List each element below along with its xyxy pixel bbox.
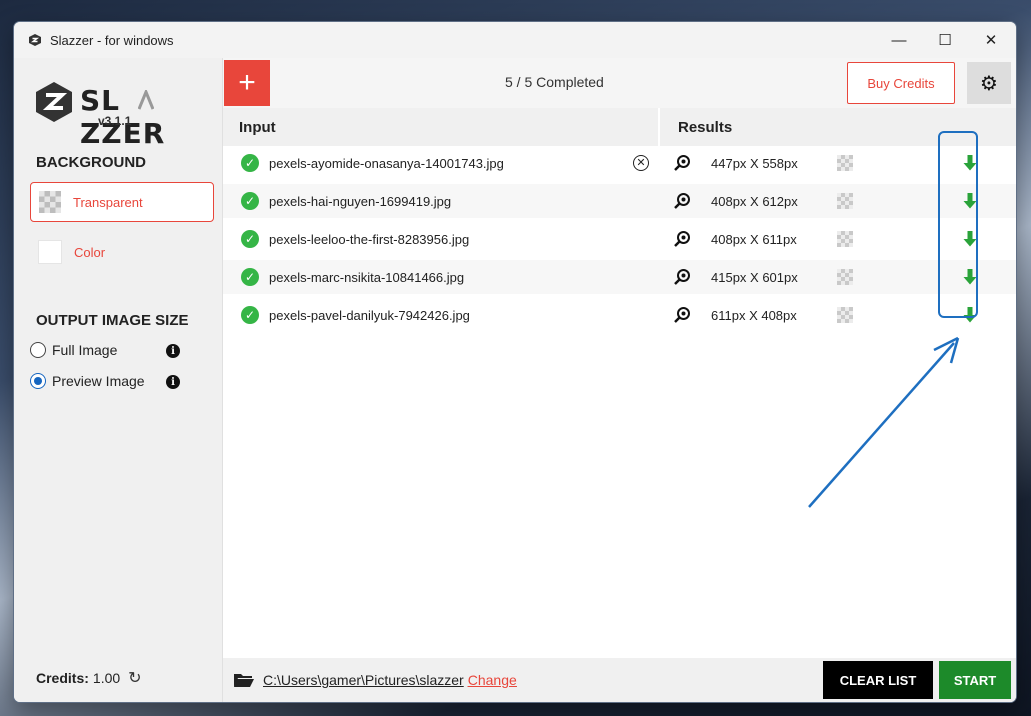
remove-file-icon[interactable]: ✕ [633,155,649,171]
radio-full-image[interactable]: Full Image [30,342,117,358]
add-images-button[interactable]: + [224,60,270,106]
buy-credits-button[interactable]: Buy Credits [847,62,955,104]
result-thumbnail[interactable] [837,307,853,323]
top-toolbar: + 5 / 5 Completed Buy Credits ⚙ [223,58,1016,108]
refresh-icon[interactable]: ↻ [128,668,141,688]
completed-check-icon: ✓ [241,192,259,210]
input-column-header: Input [223,108,659,146]
color-swatch-icon [38,240,62,264]
file-row: ✓ pexels-pavel-danilyuk-7942426.jpg 611px … [223,298,1016,332]
background-heading: BACKGROUND [36,154,146,171]
background-option-transparent[interactable]: Transparent [30,182,214,222]
close-button[interactable]: ✕ [968,22,1014,58]
file-row: ✓ pexels-marc-nsikita-10841466.jpg 415px X… [223,260,1016,294]
file-name: pexels-pavel-danilyuk-7942426.jpg [269,307,470,323]
info-icon[interactable]: i [166,344,180,358]
credits-label: Credits: [36,670,89,686]
app-window: Slazzer - for windows — ☐ ✕ SL ZZER v3.1… [14,22,1016,702]
logo: SL ZZER v3.1.1 [34,78,209,150]
title-bar: Slazzer - for windows — ☐ ✕ [14,22,1016,58]
file-name: pexels-ayomide-onasanya-14001743.jpg [269,155,504,171]
download-icon[interactable] [962,192,978,210]
logo-a-mark [138,90,154,110]
preview-zoom-icon[interactable] [673,192,691,210]
completed-check-icon: ✓ [241,154,259,172]
completed-check-icon: ✓ [241,268,259,286]
logo-icon [36,82,72,122]
result-thumbnail[interactable] [837,155,853,171]
file-row: ✓ pexels-ayomide-onasanya-14001743.jpg ✕ 44… [223,146,1016,180]
radio-label: Preview Image [52,373,145,389]
folder-icon [234,674,254,687]
credits-value: 1.00 [92,670,121,686]
clear-list-button[interactable]: CLEAR LIST [823,661,933,699]
radio-preview-image[interactable]: Preview Image [30,373,145,389]
download-icon[interactable] [962,268,978,286]
gear-icon: ⚙ [980,72,998,95]
credits-display: Credits: 1.00 ↻ [36,668,142,688]
preview-zoom-icon[interactable] [673,154,691,172]
result-thumbnail[interactable] [837,193,853,209]
maximize-button[interactable]: ☐ [922,22,968,58]
file-name: pexels-leeloo-the-first-8283956.jpg [269,231,470,247]
result-dimensions: 447px X 558px [711,155,798,171]
preview-zoom-icon[interactable] [673,268,691,286]
background-option-label: Transparent [73,194,143,210]
start-button[interactable]: START [939,661,1011,699]
transparent-swatch-icon [39,191,61,213]
footer-bar: C:\Users\gamer\Pictures\slazzer Change CL… [223,658,1016,702]
result-thumbnail[interactable] [837,231,853,247]
info-icon[interactable]: i [166,375,180,389]
radio-button[interactable] [30,342,46,358]
sidebar: SL ZZER v3.1.1 BACKGROUND Transparent Co… [14,58,223,702]
result-dimensions: 415px X 601px [711,269,798,285]
preview-zoom-icon[interactable] [673,230,691,248]
background-option-color[interactable]: Color [30,232,214,272]
file-name: pexels-marc-nsikita-10841466.jpg [269,269,465,285]
settings-button[interactable]: ⚙ [967,62,1011,104]
app-version: v3.1.1 [98,114,132,128]
file-row: ✓ pexels-hai-nguyen-1699419.jpg 408px X 61… [223,184,1016,218]
results-column-header: Results [660,108,1016,146]
minimize-button[interactable]: — [876,22,922,58]
completed-check-icon: ✓ [241,230,259,248]
result-dimensions: 408px X 611px [711,231,797,247]
download-icon[interactable] [962,306,978,324]
result-dimensions: 408px X 612px [711,193,798,209]
completed-check-icon: ✓ [241,306,259,324]
radio-label: Full Image [52,342,118,358]
result-thumbnail[interactable] [837,269,853,285]
output-size-heading: OUTPUT IMAGE SIZE [36,312,189,329]
download-icon[interactable] [962,230,978,248]
progress-status: 5 / 5 Completed [505,74,604,90]
app-icon [29,34,41,46]
preview-zoom-icon[interactable] [673,306,691,324]
file-name: pexels-hai-nguyen-1699419.jpg [269,193,452,209]
radio-button[interactable] [30,373,46,389]
window-title: Slazzer - for windows [50,32,174,48]
main-panel: + 5 / 5 Completed Buy Credits ⚙ Input Re… [223,58,1016,702]
background-option-label: Color [74,244,106,260]
output-path[interactable]: C:\Users\gamer\Pictures\slazzer Change [263,672,517,688]
change-path-link[interactable]: Change [468,672,517,688]
download-icon[interactable] [962,154,978,172]
output-path-text[interactable]: C:\Users\gamer\Pictures\slazzer [263,672,464,688]
file-row: ✓ pexels-leeloo-the-first-8283956.jpg 408p… [223,222,1016,256]
result-dimensions: 611px X 408px [711,307,797,323]
